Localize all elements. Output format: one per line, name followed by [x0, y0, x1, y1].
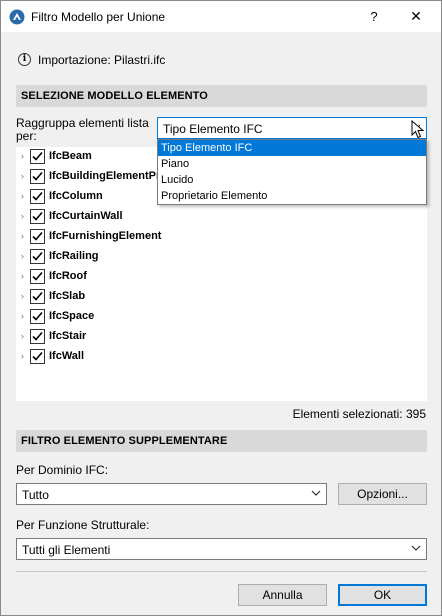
info-icon: i	[18, 53, 31, 66]
selected-count: Elementi selezionati: 395	[292, 407, 426, 421]
title-bar: Filtro Modello per Unione ? ✕	[1, 1, 441, 32]
group-by-combo-value: Tipo Elemento IFC	[163, 122, 263, 136]
dropdown-option[interactable]: Proprietario Elemento	[158, 188, 426, 204]
chevron-right-icon[interactable]: ›	[21, 291, 24, 301]
chevron-right-icon[interactable]: ›	[21, 151, 24, 161]
tree-row[interactable]: › IfcWall	[16, 347, 427, 367]
chevron-right-icon[interactable]: ›	[21, 311, 24, 321]
tree-row[interactable]: › IfcRailing	[16, 247, 427, 267]
tree-row-checkbox[interactable]	[30, 309, 45, 324]
group-by-dropdown-list[interactable]: Tipo Elemento IFC Piano Lucido Proprietario…	[157, 139, 427, 205]
tree-row[interactable]: › IfcRoof	[16, 267, 427, 287]
tree-row-label: IfcSlab	[49, 290, 86, 302]
tree-row-checkbox[interactable]	[30, 189, 45, 204]
chevron-right-icon[interactable]: ›	[21, 211, 24, 221]
tree-row-checkbox[interactable]	[30, 349, 45, 364]
tree-row-checkbox[interactable]	[30, 269, 45, 284]
group-by-label: Raggruppa elementi lista per:	[16, 116, 149, 143]
import-info-text: Importazione: Pilastri.ifc	[38, 53, 166, 67]
tree-row-label: IfcStair	[49, 330, 87, 342]
tree-row-label: IfcColumn	[49, 190, 103, 202]
app-icon	[9, 9, 25, 25]
dropdown-option[interactable]: Piano	[158, 156, 426, 172]
tree-row-checkbox[interactable]	[30, 229, 45, 244]
domain-combo[interactable]: Tutto	[16, 483, 327, 505]
tree-row-label: IfcWall	[49, 350, 85, 362]
tree-row[interactable]: › IfcCurtainWall	[16, 207, 427, 227]
footer-divider	[16, 571, 427, 572]
tree-row-checkbox[interactable]	[30, 149, 45, 164]
dialog-window: Filtro Modello per Unione ? ✕ i Importaz…	[0, 0, 442, 616]
chevron-down-icon	[410, 542, 422, 554]
tree-row-label: IfcBeam	[49, 150, 92, 162]
function-label: Per Funzione Strutturale:	[16, 518, 150, 532]
mouse-cursor-icon	[411, 119, 425, 143]
ok-button[interactable]: OK	[338, 584, 427, 606]
cancel-button[interactable]: Annulla	[238, 584, 327, 606]
tree-row-checkbox[interactable]	[30, 329, 45, 344]
window-title: Filtro Modello per Unione	[31, 10, 166, 24]
domain-label: Per Dominio IFC:	[16, 463, 109, 477]
chevron-down-icon	[310, 487, 322, 499]
function-combo[interactable]: Tutti gli Elementi	[16, 538, 427, 560]
chevron-right-icon[interactable]: ›	[21, 171, 24, 181]
chevron-right-icon[interactable]: ›	[21, 271, 24, 281]
chevron-right-icon[interactable]: ›	[21, 251, 24, 261]
tree-row[interactable]: › IfcFurnishingElement	[16, 227, 427, 247]
group-by-combo[interactable]: Tipo Elemento IFC	[157, 117, 427, 139]
options-button[interactable]: Opzioni...	[338, 483, 427, 505]
section-header-selection: SELEZIONE MODELLO ELEMENTO	[16, 85, 427, 107]
tree-row-checkbox[interactable]	[30, 249, 45, 264]
chevron-right-icon[interactable]: ›	[21, 351, 24, 361]
close-button[interactable]: ✕	[393, 1, 439, 32]
dropdown-option[interactable]: Lucido	[158, 172, 426, 188]
chevron-right-icon[interactable]: ›	[21, 231, 24, 241]
dropdown-option[interactable]: Tipo Elemento IFC	[158, 140, 426, 156]
chevron-right-icon[interactable]: ›	[21, 191, 24, 201]
domain-combo-value: Tutto	[22, 488, 49, 502]
tree-row-checkbox[interactable]	[30, 169, 45, 184]
tree-row[interactable]: › IfcStair	[16, 327, 427, 347]
help-button[interactable]: ?	[357, 1, 391, 32]
chevron-right-icon[interactable]: ›	[21, 331, 24, 341]
tree-row-checkbox[interactable]	[30, 209, 45, 224]
function-combo-value: Tutti gli Elementi	[22, 543, 111, 557]
section-header-filter: FILTRO ELEMENTO SUPPLEMENTARE	[16, 430, 427, 452]
tree-row-checkbox[interactable]	[30, 289, 45, 304]
tree-row-label: IfcFurnishingElement	[49, 230, 162, 242]
tree-row-label: IfcRailing	[49, 250, 99, 262]
tree-row-label: IfcBuildingElementPr	[49, 170, 161, 182]
tree-row-label: IfcRoof	[49, 270, 87, 282]
tree-row[interactable]: › IfcSpace	[16, 307, 427, 327]
tree-row[interactable]: › IfcSlab	[16, 287, 427, 307]
tree-row-label: IfcSpace	[49, 310, 95, 322]
tree-row-label: IfcCurtainWall	[49, 210, 123, 222]
